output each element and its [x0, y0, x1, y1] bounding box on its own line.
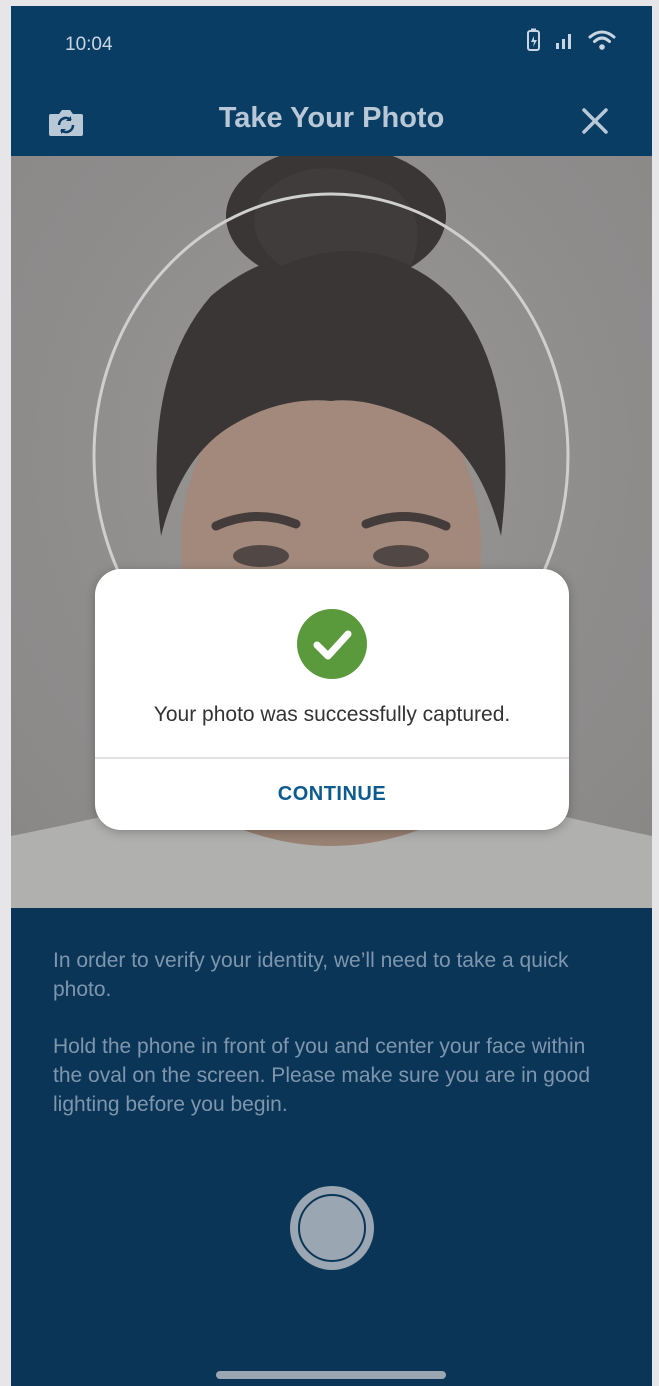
check-icon: [313, 630, 352, 660]
shutter-inner-ring: [298, 1194, 366, 1262]
battery-charging-icon: [527, 28, 540, 51]
status-bar: 10:04: [11, 6, 652, 86]
success-dialog: Your photo was successfully captured. CO…: [95, 569, 569, 830]
status-time: 10:04: [65, 34, 113, 55]
dialog-divider: [95, 757, 569, 759]
wifi-icon: [588, 30, 616, 50]
page-title: Take Your Photo: [218, 102, 445, 134]
close-icon[interactable]: [580, 106, 610, 136]
instructions-paragraph-1: In order to verify your identity, we’ll …: [53, 949, 569, 1001]
continue-button[interactable]: CONTINUE: [95, 761, 569, 830]
shutter-button[interactable]: [290, 1186, 374, 1270]
signal-icon: [556, 34, 571, 49]
dialog-message: Your photo was successfully captured.: [153, 703, 511, 726]
home-indicator[interactable]: [216, 1371, 446, 1379]
success-badge: [297, 609, 367, 679]
instructions-paragraph-2: Hold the phone in front of you and cente…: [53, 1035, 590, 1116]
header: Take Your Photo: [11, 86, 652, 156]
phone-screen: 10:04 Take Your Photo In order to verify…: [11, 6, 652, 1386]
status-icons: [526, 28, 616, 52]
